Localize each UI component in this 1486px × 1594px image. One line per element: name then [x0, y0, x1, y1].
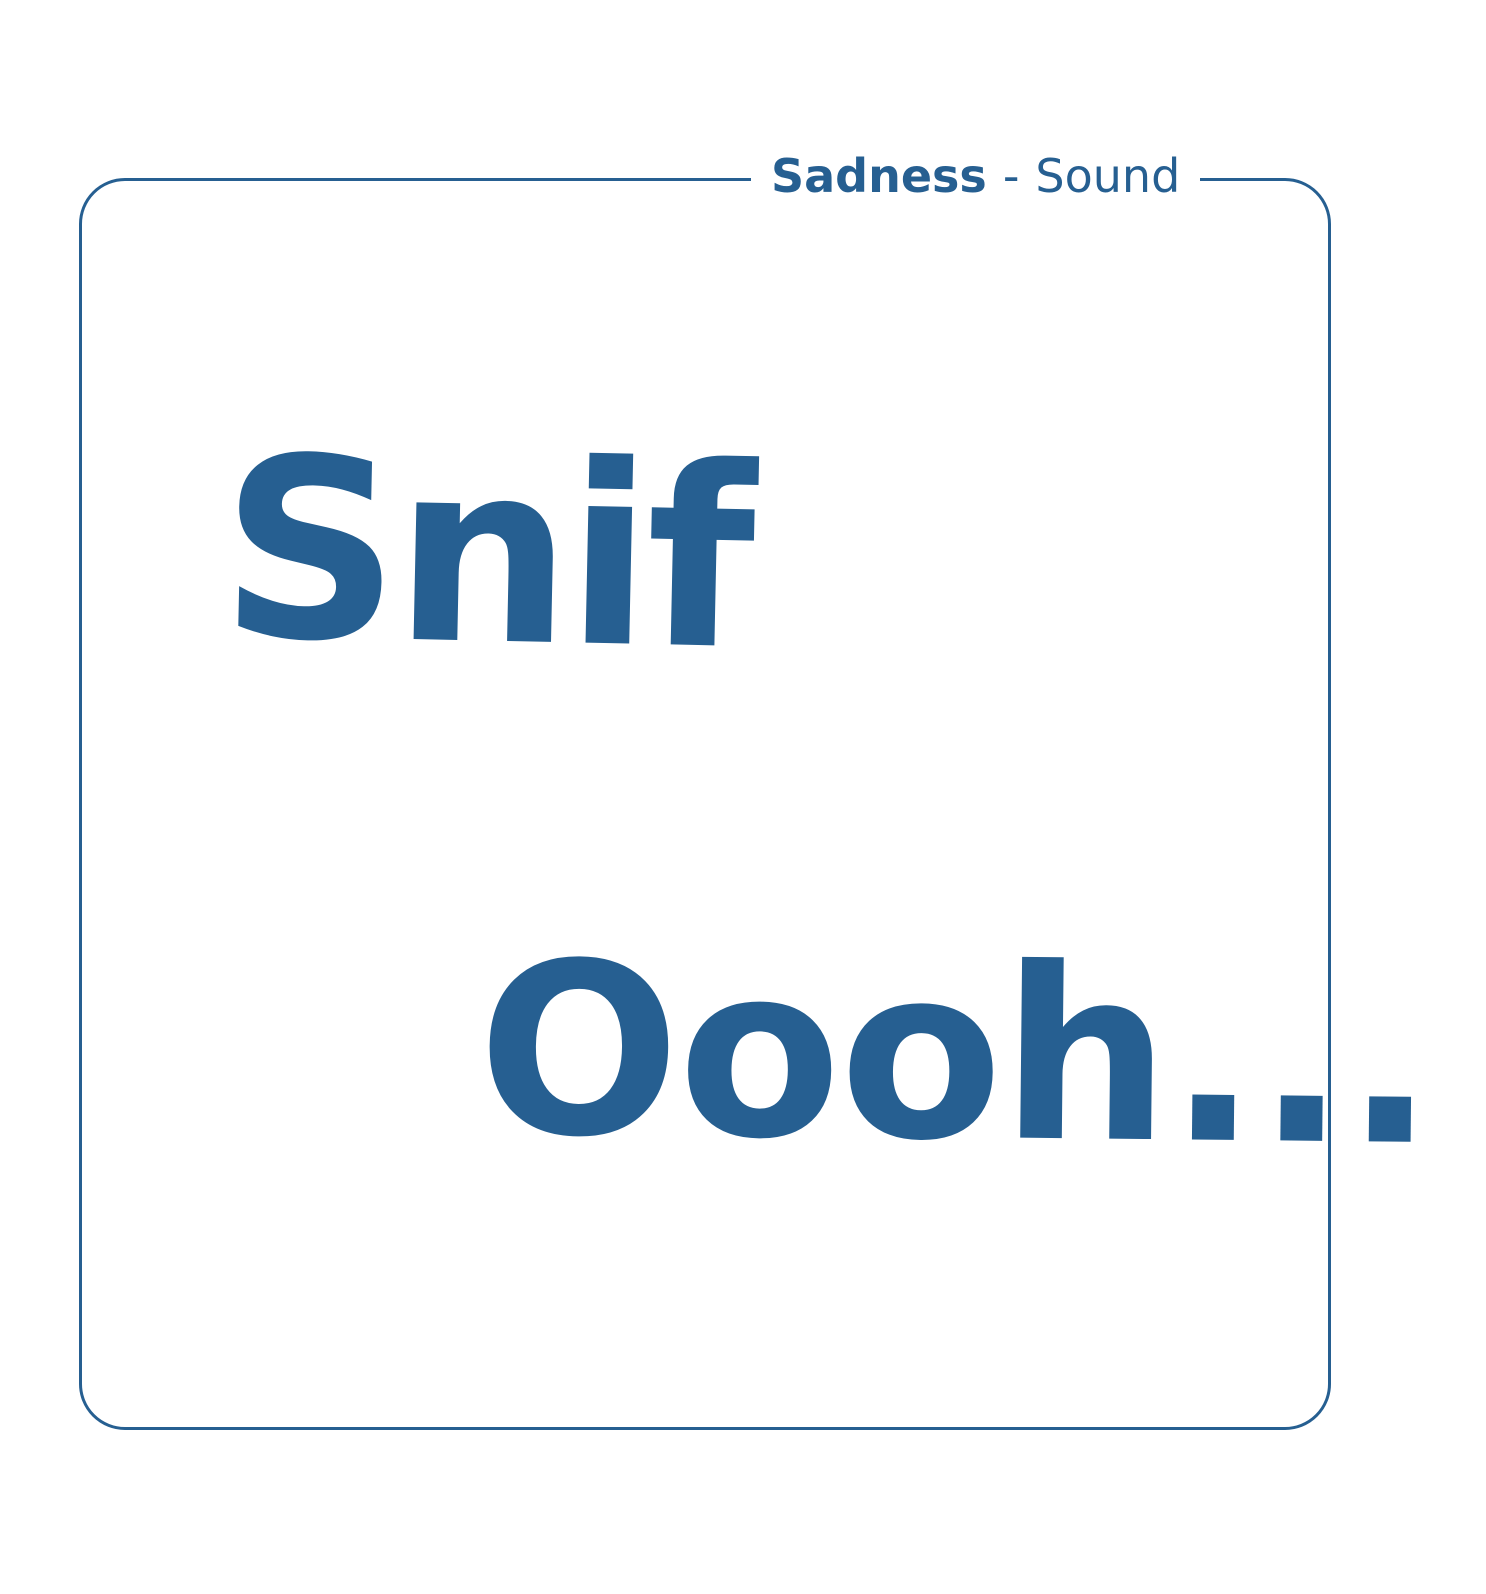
- card-title-type: Sound: [1035, 149, 1181, 203]
- sound-word-oooh: Oooh...: [476, 912, 1436, 1199]
- sound-word-snif: Snif: [217, 403, 752, 706]
- sound-card-frame: [79, 178, 1331, 1430]
- card-title: Sadness - Sound: [751, 144, 1201, 208]
- card-title-category: Sadness: [771, 149, 987, 203]
- card-title-separator: -: [1002, 149, 1020, 203]
